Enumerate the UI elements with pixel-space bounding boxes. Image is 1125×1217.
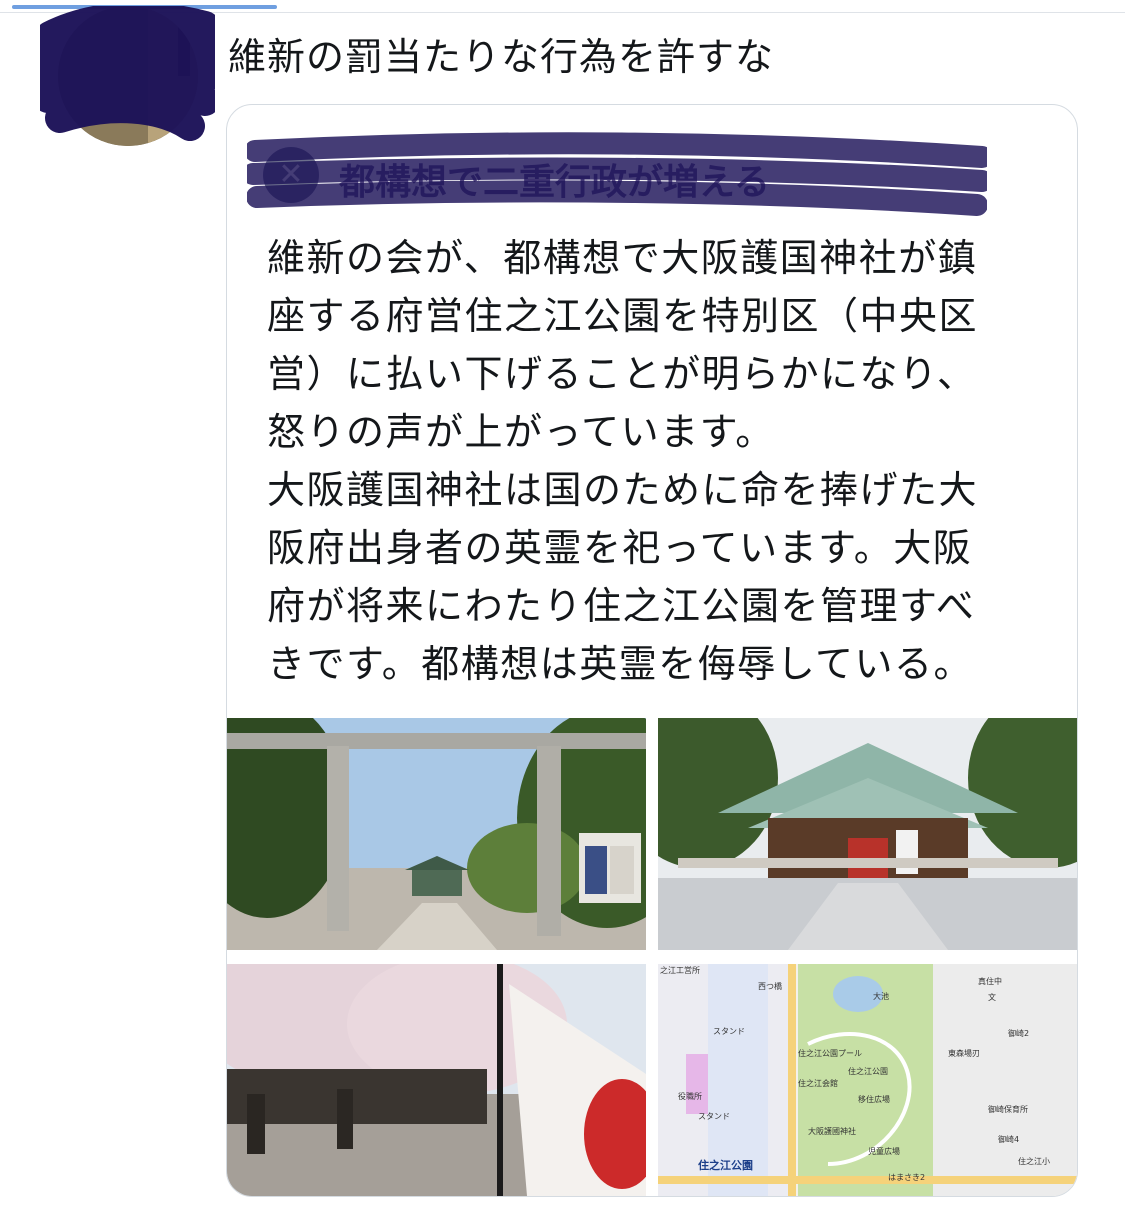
body-line: 怒りの声が上がっています。 xyxy=(267,410,775,454)
map-label: 住之江公園プール xyxy=(798,1048,862,1058)
quoted-tweet-body: 維新の会が、都構想で大阪護国神社が鎮 座する府営住之江公園を特別区（中央区 営）… xyxy=(267,229,1037,693)
avatar[interactable] xyxy=(40,6,215,146)
body-line: 大阪護国神社は国のために命を捧げた大 xyxy=(267,468,979,512)
map-label: 御崎2 xyxy=(1008,1028,1029,1038)
body-line: 座する府営住之江公園を特別区（中央区 xyxy=(267,294,979,338)
map-label: 児童広場 xyxy=(868,1146,900,1156)
tweet-text: 維新の罰当たりな行為を許すな xyxy=(228,35,775,79)
map-label: 住之江会館 xyxy=(798,1078,838,1088)
map-label: 大阪護國神社 xyxy=(808,1126,856,1136)
photo-cherry-blossoms-flag[interactable] xyxy=(227,964,646,1196)
map-label: 御崎保育所 xyxy=(988,1104,1028,1114)
map-label: スタンド xyxy=(698,1112,730,1121)
map-label: 之江工営所 xyxy=(660,965,700,975)
map-label: 御崎4 xyxy=(998,1134,1019,1144)
body-line: きです。都構想は英霊を侮辱している。 xyxy=(267,642,974,686)
body-line: 阪府出身者の英霊を祀っています。大阪 xyxy=(267,526,973,570)
body-line: 府が将来にわたり住之江公園を管理すべ xyxy=(267,584,976,628)
quoted-author-header[interactable]: ✕ 都構想で二重行政が増える xyxy=(247,129,987,219)
body-line: 営）に払い下げることが明らかになり、 xyxy=(267,352,977,396)
body-line: 維新の会が、都構想で大阪護国神社が鎮 xyxy=(267,236,978,280)
map-label: 役職所 xyxy=(678,1091,702,1101)
map-sumiyoshi-park[interactable]: 之江工営所 真住中 文 御崎2 大池 西つ橋 スタンド 住之江公園プール 東森場… xyxy=(658,964,1077,1196)
map-label: はまさき2 xyxy=(888,1173,925,1182)
photo-torii-gate[interactable] xyxy=(227,718,646,950)
photo-shrine-hall[interactable] xyxy=(658,718,1077,950)
map-label: 住之江小 xyxy=(1018,1156,1050,1166)
map-label: 西つ橋 xyxy=(758,981,782,991)
map-label: 文 xyxy=(988,992,996,1002)
map-label: 大池 xyxy=(873,991,889,1001)
map-label: 真住中 xyxy=(978,976,1002,986)
map-label: 住之江公園 xyxy=(848,1066,888,1076)
quoted-tweet-card[interactable]: ✕ 都構想で二重行政が増える 維新の会が、都構想で大阪護国神社が鎮 座する府営住… xyxy=(226,104,1078,1197)
redaction-scribble xyxy=(40,6,215,141)
map-label: 東森場刃 xyxy=(948,1048,980,1058)
map-station-label: 住之江公園 xyxy=(698,1158,753,1172)
map-label: スタンド xyxy=(713,1027,745,1036)
redaction-scribble xyxy=(247,132,987,216)
map-label: 移住広場 xyxy=(858,1094,890,1104)
media-grid: 之江工営所 真住中 文 御崎2 大池 西つ橋 スタンド 住之江公園プール 東森場… xyxy=(227,718,1077,1196)
